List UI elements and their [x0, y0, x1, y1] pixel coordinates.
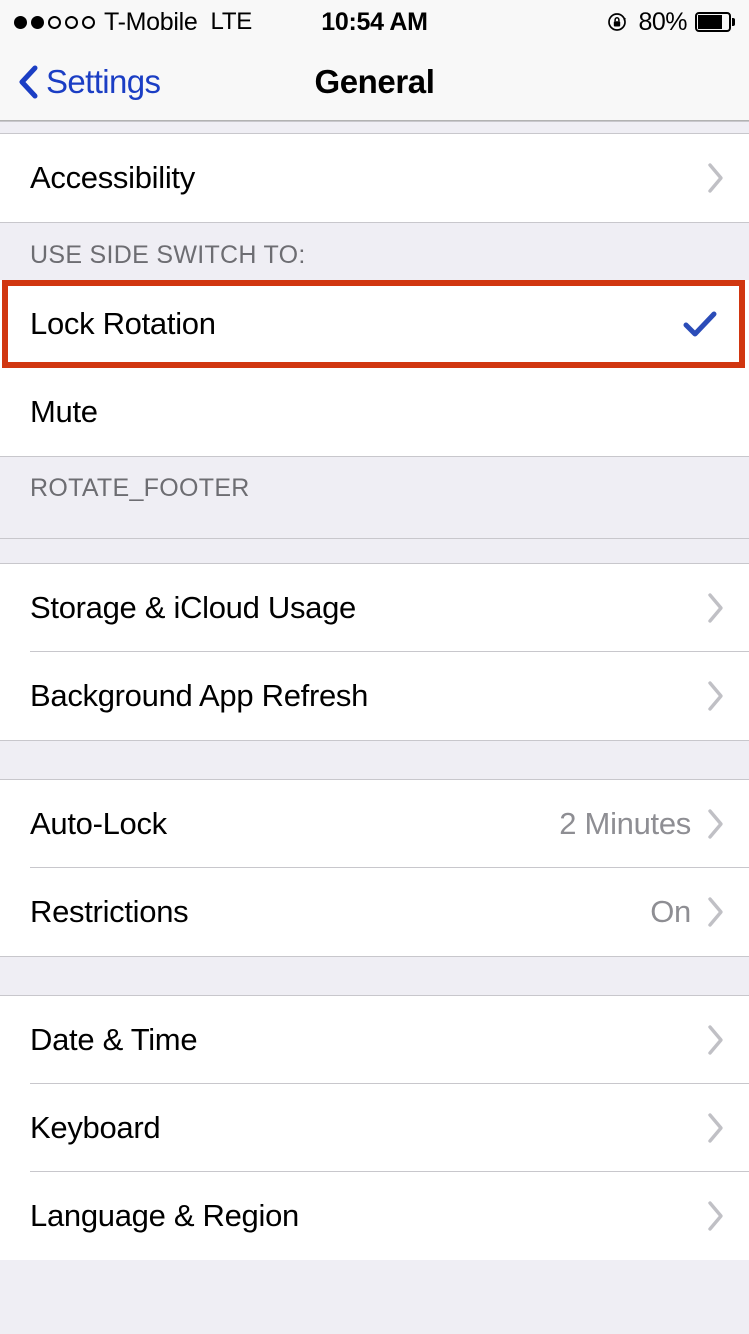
section-lock-restrictions-section: Auto-Lock 2 Minutes Restrictions On [0, 780, 749, 956]
row-value: 2 Minutes [559, 806, 691, 841]
section-spacer [0, 740, 749, 780]
chevron-right-icon [707, 1024, 725, 1056]
row-language-region[interactable]: Language & Region [0, 1172, 749, 1260]
battery-icon [695, 12, 735, 32]
row-accessory [707, 1200, 725, 1232]
row-storage-icloud-usage[interactable]: Storage & iCloud Usage [0, 564, 749, 652]
signal-dot [14, 15, 27, 29]
section-footer-label: ROTATE_FOOTER [30, 474, 250, 502]
row-accessory: 2 Minutes [559, 806, 725, 842]
row-label: Keyboard [30, 1110, 161, 1145]
settings-list[interactable]: Accessibility USE SIDE SWITCH TO: Lock Rot… [0, 121, 749, 1334]
row-label: Accessibility [30, 160, 195, 195]
row-label: Date & Time [30, 1022, 198, 1057]
row-accessory [707, 1024, 725, 1056]
row-label: Language & Region [30, 1198, 299, 1233]
section-footer-side-switch-section: ROTATE_FOOTER [0, 456, 749, 538]
row-accessory [707, 1112, 725, 1144]
chevron-right-icon [707, 680, 725, 712]
chevron-right-icon [707, 592, 725, 624]
row-lock-rotation[interactable]: Lock Rotation [0, 280, 749, 368]
highlight-wrapper: Lock Rotation [0, 280, 749, 368]
row-accessory [707, 680, 725, 712]
row-label: Restrictions [30, 894, 189, 929]
carrier-label: T-Mobile [104, 7, 198, 36]
row-accessory [683, 310, 725, 338]
row-accessibility[interactable]: Accessibility [0, 134, 749, 222]
battery-fill [698, 15, 722, 29]
row-label: Lock Rotation [30, 306, 216, 341]
battery-percent-label: 80% [638, 7, 687, 36]
signal-dot [82, 15, 95, 29]
row-label: Mute [30, 394, 98, 429]
back-button-label: Settings [46, 63, 161, 100]
section-accessibility-section: Accessibility [0, 134, 749, 222]
back-button[interactable]: Settings [0, 62, 161, 102]
row-label: Auto-Lock [30, 806, 167, 841]
row-accessory: On [650, 894, 725, 930]
status-bar-right: 80% [606, 8, 735, 37]
row-mute[interactable]: Mute [0, 368, 749, 456]
row-restrictions[interactable]: Restrictions On [0, 868, 749, 956]
signal-dot [48, 15, 61, 29]
section-storage-section: Storage & iCloud Usage Background App Ref… [0, 564, 749, 740]
row-accessory [707, 162, 725, 194]
rotation-lock-icon [606, 10, 630, 34]
row-date-time[interactable]: Date & Time [0, 996, 749, 1084]
row-auto-lock[interactable]: Auto-Lock 2 Minutes [0, 780, 749, 868]
row-label: Storage & iCloud Usage [30, 590, 356, 625]
section-spacer [0, 538, 749, 564]
row-label: Background App Refresh [30, 678, 369, 713]
signal-strength-icon [14, 15, 95, 29]
row-accessory [707, 592, 725, 624]
navigation-bar: Settings General [0, 44, 749, 121]
chevron-right-icon [707, 808, 725, 840]
row-keyboard[interactable]: Keyboard [0, 1084, 749, 1172]
section-spacer [0, 121, 749, 134]
chevron-left-icon [16, 62, 40, 102]
chevron-right-icon [707, 1200, 725, 1232]
status-bar-left: T-Mobile LTE [14, 8, 252, 37]
section-spacer [0, 956, 749, 996]
row-background-app-refresh[interactable]: Background App Refresh [0, 652, 749, 740]
section-locale-section: Date & Time Keyboard Language & Region [0, 996, 749, 1260]
section-header-side-switch-section: USE SIDE SWITCH TO: [0, 222, 749, 280]
row-value: On [650, 894, 691, 929]
section-side-switch-section: Lock Rotation Mute [0, 280, 749, 456]
signal-dot [65, 15, 78, 29]
network-type-label: LTE [210, 8, 253, 35]
chevron-right-icon [707, 1112, 725, 1144]
chevron-right-icon [707, 896, 725, 928]
section-header-label: USE SIDE SWITCH TO: [30, 241, 306, 269]
chevron-right-icon [707, 162, 725, 194]
checkmark-icon [683, 310, 717, 338]
signal-dot [31, 15, 44, 29]
status-bar: T-Mobile LTE 10:54 AM 80% [0, 0, 749, 44]
